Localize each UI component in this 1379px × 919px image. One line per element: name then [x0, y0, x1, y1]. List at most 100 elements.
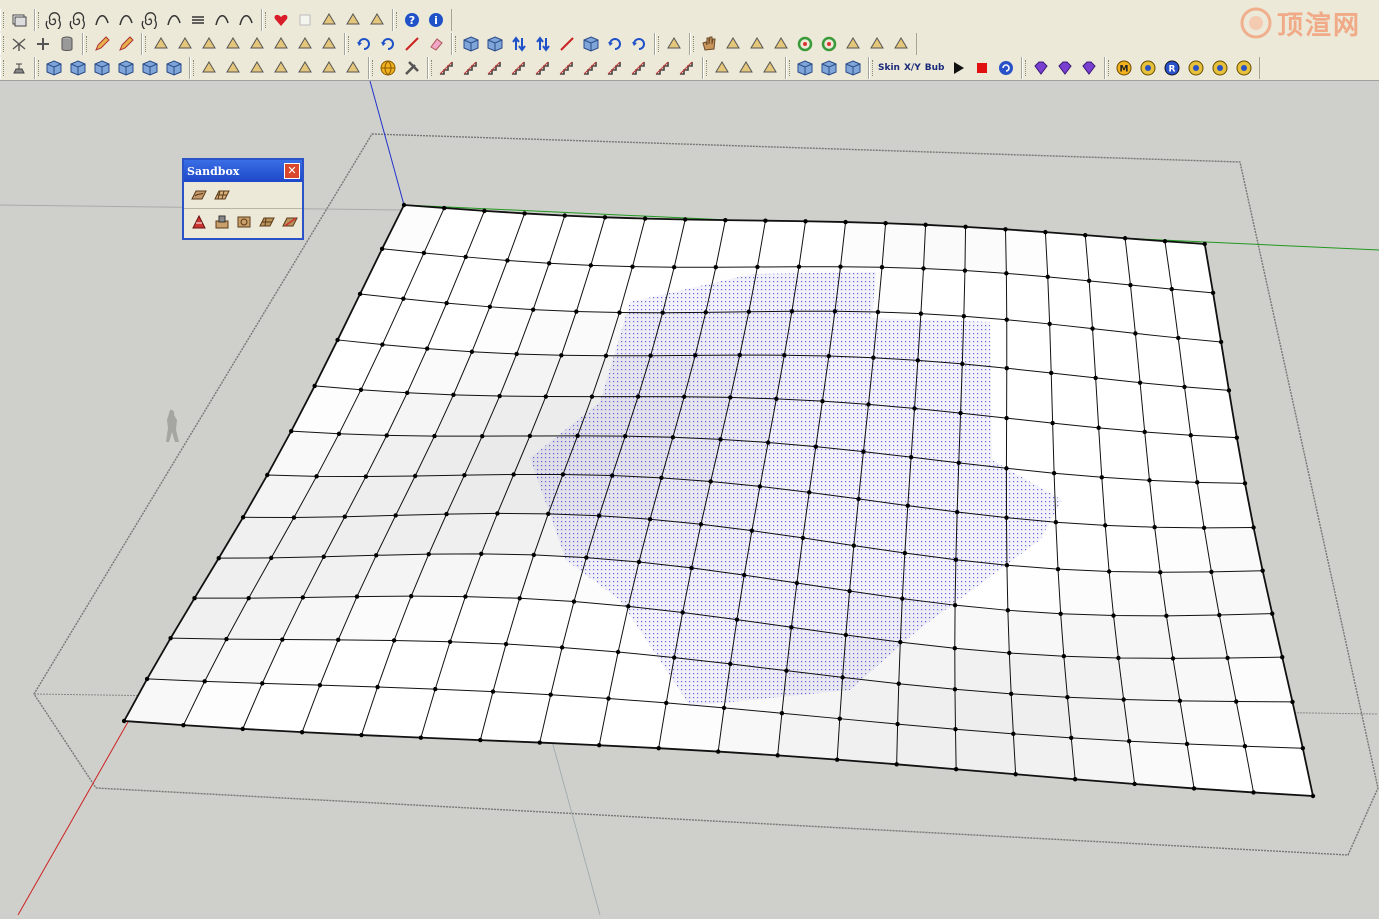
- shape-button[interactable]: [318, 10, 340, 30]
- terrain-vertex[interactable]: [168, 635, 173, 641]
- shape-button[interactable]: [222, 58, 244, 78]
- cube-button[interactable]: [115, 58, 137, 78]
- terrain-vertex[interactable]: [834, 757, 840, 762]
- shape-button[interactable]: [198, 58, 220, 78]
- shape-button[interactable]: [890, 34, 912, 54]
- line-button[interactable]: [401, 34, 423, 54]
- shape-button[interactable]: [294, 34, 316, 54]
- spiral-button[interactable]: [67, 10, 89, 30]
- coil-button[interactable]: [187, 10, 209, 30]
- terrain-vertex[interactable]: [240, 726, 245, 732]
- shape-button[interactable]: [735, 58, 757, 78]
- terrain-vertex[interactable]: [240, 515, 246, 520]
- terrain-vertex[interactable]: [1049, 370, 1054, 376]
- badge-button[interactable]: [1209, 58, 1231, 78]
- line-button[interactable]: [556, 34, 578, 54]
- terrain-face[interactable]: [1130, 285, 1179, 338]
- blank-button[interactable]: [294, 10, 316, 30]
- terrain-vertex[interactable]: [866, 402, 871, 407]
- shape-button[interactable]: [722, 34, 744, 54]
- terrain-vertex[interactable]: [1242, 744, 1248, 749]
- curve-button[interactable]: [91, 10, 113, 30]
- lamp-button[interactable]: [8, 58, 30, 78]
- terrain-vertex[interactable]: [826, 353, 832, 359]
- badge-button[interactable]: [1137, 58, 1159, 78]
- terrain-vertex[interactable]: [451, 392, 456, 398]
- terrain-face[interactable]: [1054, 473, 1106, 526]
- terrain-face[interactable]: [1085, 235, 1131, 286]
- terrain-face[interactable]: [1045, 232, 1090, 281]
- terrain-vertex[interactable]: [961, 314, 967, 319]
- terrain-vertex[interactable]: [813, 444, 819, 449]
- terrain-vertex[interactable]: [1055, 566, 1061, 572]
- cube-button[interactable]: [91, 58, 113, 78]
- terrain-vertex[interactable]: [463, 254, 468, 260]
- smoove-button[interactable]: [188, 212, 210, 232]
- terrain-vertex[interactable]: [412, 473, 418, 479]
- terrain-vertex[interactable]: [537, 740, 542, 745]
- terrain-vertex[interactable]: [1234, 435, 1240, 440]
- terrain-face[interactable]: [963, 270, 1007, 320]
- plus-button[interactable]: [32, 34, 54, 54]
- ring-button[interactable]: [818, 34, 840, 54]
- cylinder-button[interactable]: [56, 34, 78, 54]
- terrain-vertex[interactable]: [723, 217, 728, 223]
- terrain-face[interactable]: [1011, 693, 1072, 738]
- terrain-vertex[interactable]: [840, 675, 845, 680]
- terrain-face[interactable]: [955, 729, 1016, 775]
- terrain-face[interactable]: [954, 605, 1010, 653]
- terrain-vertex[interactable]: [693, 353, 698, 358]
- terrain-vertex[interactable]: [670, 435, 676, 440]
- terrain-vertex[interactable]: [522, 211, 527, 216]
- eraser-button[interactable]: [425, 34, 447, 54]
- terrain-vertex[interactable]: [915, 358, 921, 363]
- terrain-vertex[interactable]: [918, 311, 924, 316]
- xy-button[interactable]: X/Y: [903, 58, 922, 78]
- terrain-vertex[interactable]: [630, 264, 635, 269]
- terrain-vertex[interactable]: [734, 617, 740, 622]
- terrain-face[interactable]: [1013, 733, 1076, 780]
- cube-button[interactable]: [794, 58, 816, 78]
- stair-button[interactable]: [652, 58, 674, 78]
- tools-button[interactable]: [401, 58, 423, 78]
- terrain-vertex[interactable]: [672, 655, 677, 660]
- shape-button[interactable]: [246, 34, 268, 54]
- terrain-vertex[interactable]: [1152, 525, 1157, 530]
- terrain-face[interactable]: [1049, 323, 1096, 378]
- terrain-vertex[interactable]: [623, 433, 628, 439]
- terrain-face[interactable]: [898, 642, 955, 690]
- terrain-vertex[interactable]: [560, 472, 566, 477]
- terrain-face[interactable]: [1051, 372, 1099, 428]
- terrain-vertex[interactable]: [505, 258, 510, 263]
- terrain-vertex[interactable]: [1251, 790, 1256, 795]
- terrain-vertex[interactable]: [409, 593, 414, 599]
- shape-button[interactable]: [711, 58, 733, 78]
- terrain-vertex[interactable]: [843, 632, 849, 638]
- terrain-vertex[interactable]: [843, 219, 848, 225]
- heart-button[interactable]: [270, 10, 292, 30]
- terrain-vertex[interactable]: [847, 588, 852, 594]
- curve-button[interactable]: [211, 10, 233, 30]
- terrain-vertex[interactable]: [789, 625, 794, 630]
- terrain-vertex[interactable]: [511, 472, 516, 477]
- terrain-vertex[interactable]: [1061, 654, 1067, 659]
- terrain-vertex[interactable]: [192, 595, 197, 601]
- terrain-face[interactable]: [897, 683, 956, 730]
- terrain-vertex[interactable]: [393, 513, 398, 518]
- terrain-vertex[interactable]: [1184, 741, 1190, 747]
- sandbox-close-button[interactable]: ✕: [284, 163, 300, 179]
- terrain-vertex[interactable]: [1058, 611, 1063, 616]
- terrain-vertex[interactable]: [1226, 388, 1232, 393]
- terrain-face[interactable]: [1101, 477, 1155, 528]
- terrain-face[interactable]: [923, 224, 966, 271]
- terrain-face[interactable]: [718, 707, 782, 756]
- terrain-vertex[interactable]: [391, 638, 397, 643]
- terrain-face[interactable]: [1098, 427, 1150, 481]
- terrain-vertex[interactable]: [1234, 699, 1239, 704]
- terrain-vertex[interactable]: [1121, 697, 1126, 702]
- terrain-vertex[interactable]: [527, 433, 533, 439]
- terrain-vertex[interactable]: [374, 553, 379, 558]
- terrain-vertex[interactable]: [479, 551, 484, 557]
- terrain-vertex[interactable]: [1093, 375, 1098, 381]
- stair-button[interactable]: [484, 58, 506, 78]
